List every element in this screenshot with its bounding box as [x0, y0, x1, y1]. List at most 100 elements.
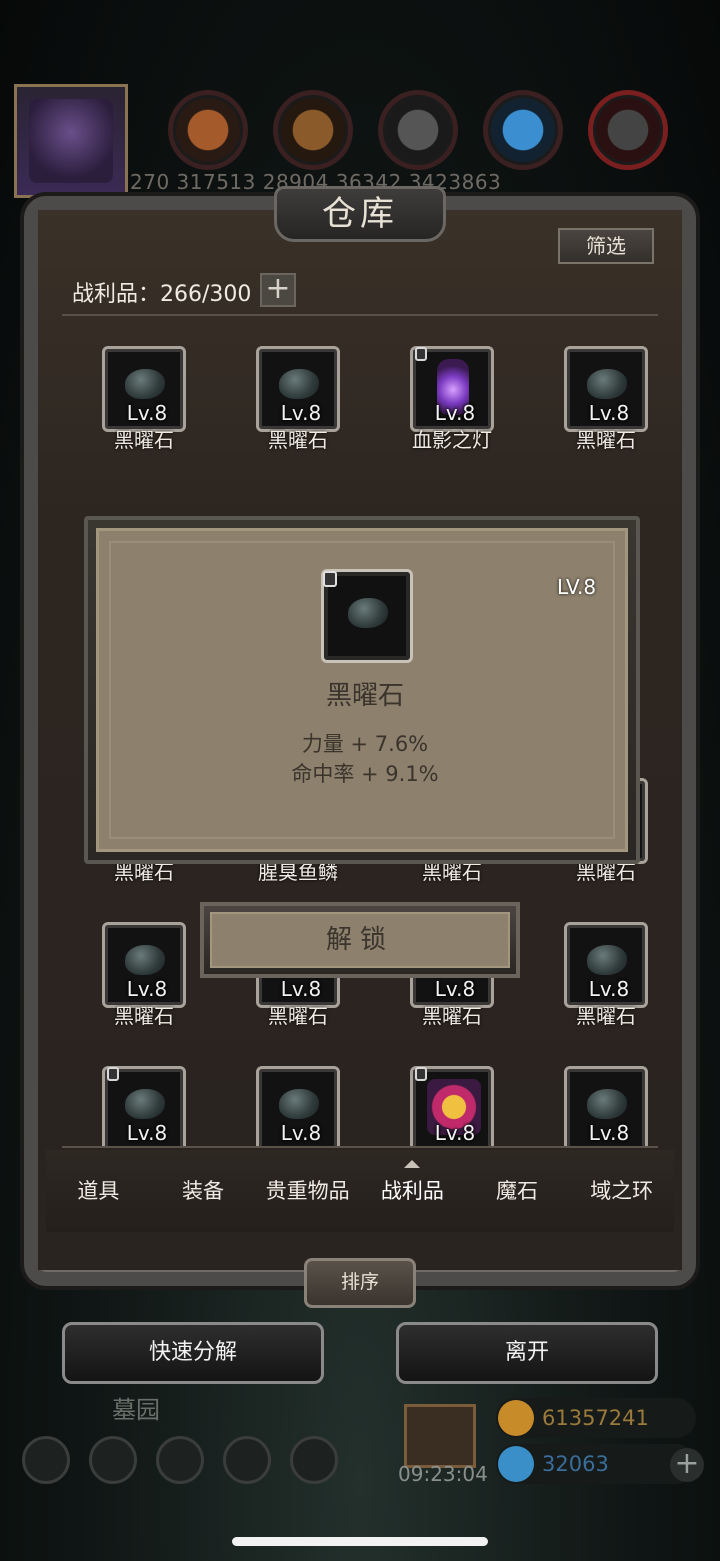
gold-amount: 61357241: [542, 1406, 649, 1430]
item-level: Lv.8: [126, 977, 168, 1001]
handshake-icon[interactable]: [290, 1436, 338, 1484]
stat-strength: 力量 + 7.6%: [301, 732, 429, 756]
tab-4[interactable]: 魔石: [465, 1150, 570, 1232]
item-frame: Lv.8: [410, 1066, 494, 1146]
item-frame: Lv.8: [564, 346, 648, 432]
obsidian-stone-icon: [348, 598, 388, 628]
gift-box-icon[interactable]: [404, 1404, 476, 1468]
expand-capacity-button[interactable]: +: [260, 273, 296, 307]
item-name: 黑曜石: [422, 1004, 482, 1028]
stone-resource-icon[interactable]: [588, 90, 668, 170]
item-slot[interactable]: Lv.8: [236, 1026, 356, 1146]
sort-button[interactable]: 排序: [304, 1258, 416, 1308]
obsidian-stone-icon: [279, 369, 319, 399]
lock-icon: [107, 1067, 119, 1081]
ranking-icon[interactable]: [156, 1436, 204, 1484]
lock-icon: [415, 1067, 427, 1081]
item-name: 黑曜石: [268, 428, 328, 452]
item-frame: Lv.8: [102, 922, 186, 1008]
obsidian-stone-icon: [279, 1089, 319, 1119]
gem-icon: [498, 1446, 534, 1482]
gem-currency[interactable]: 32063: [496, 1444, 696, 1484]
achievement-icon[interactable]: [89, 1436, 137, 1484]
home-indicator[interactable]: [232, 1537, 488, 1546]
location-label: 墓园: [112, 1396, 160, 1424]
item-slot[interactable]: Lv.8: [390, 1026, 510, 1146]
meat-resource-icon[interactable]: [168, 90, 248, 170]
item-level: Lv.8: [434, 401, 476, 425]
hero-face-icon: [29, 99, 113, 183]
item-name: 黑曜石: [576, 428, 636, 452]
lock-icon: [415, 347, 427, 361]
panel-title-text: 仓库: [322, 194, 398, 234]
item-level: Lv.8: [588, 977, 630, 1001]
item-slot[interactable]: Lv.8 黑曜石: [544, 320, 658, 452]
detail-stats: 力量 + 7.6% 命中率 + 9.1%: [99, 729, 631, 789]
item-name: 黑曜石: [268, 1004, 328, 1028]
item-detail-popup: LV.8 黑曜石 力量 + 7.6% 命中率 + 9.1%: [84, 516, 640, 864]
stat-hit-rate: 命中率 + 9.1%: [291, 762, 439, 786]
capacity-text: 战利品：266/300: [72, 282, 252, 307]
item-slot[interactable]: Lv.8 黑曜石: [82, 320, 202, 452]
gift-timer: 09:23:04: [398, 1462, 488, 1486]
tab-1[interactable]: 装备: [151, 1150, 256, 1232]
item-frame: Lv.8: [564, 922, 648, 1008]
item-name: 血影之灯: [412, 428, 492, 452]
item-level: Lv.8: [126, 1121, 168, 1145]
item-frame: Lv.8: [256, 1066, 340, 1146]
mail-icon[interactable]: [223, 1436, 271, 1484]
leave-button[interactable]: 离开: [396, 1322, 658, 1384]
detail-item-icon: [321, 569, 413, 663]
obsidian-stone-icon: [125, 369, 165, 399]
crystal-resource-icon[interactable]: [483, 90, 563, 170]
gold-currency[interactable]: 61357241: [496, 1398, 696, 1438]
item-slot[interactable]: Lv.8 黑曜石: [544, 882, 658, 1028]
wood-resource-icon[interactable]: [273, 90, 353, 170]
unlock-button[interactable]: 解锁: [200, 902, 520, 978]
item-frame: Lv.8: [256, 346, 340, 432]
obsidian-stone-icon: [587, 945, 627, 975]
item-frame: Lv.8: [102, 1066, 186, 1146]
item-level: Lv.8: [280, 401, 322, 425]
top-resource-bar: 270 317513 28904 36342 3423863: [0, 70, 720, 200]
gold-coin-icon: [498, 1400, 534, 1436]
item-level: Lv.8: [434, 1121, 476, 1145]
item-slot[interactable]: Lv.8: [82, 1026, 202, 1146]
item-name: 黑曜石: [576, 1004, 636, 1028]
tab-2[interactable]: 贵重物品: [255, 1150, 360, 1232]
item-frame: Lv.8: [102, 346, 186, 432]
lock-icon: [323, 571, 337, 587]
item-frame: Lv.8: [564, 1066, 648, 1146]
item-level: Lv.8: [588, 1121, 630, 1145]
divider: [62, 1146, 658, 1148]
obsidian-stone-icon: [587, 369, 627, 399]
tab-0[interactable]: 道具: [46, 1150, 151, 1232]
detail-item-name: 黑曜石: [325, 681, 404, 711]
item-level: Lv.8: [280, 1121, 322, 1145]
item-name: 黑曜石: [114, 1004, 174, 1028]
hero-portrait[interactable]: [14, 84, 128, 198]
quick-decompose-button[interactable]: 快速分解: [62, 1322, 324, 1384]
settings-icon[interactable]: [22, 1436, 70, 1484]
item-slot[interactable]: Lv.8 黑曜石: [236, 320, 356, 452]
add-gem-button[interactable]: +: [670, 1448, 704, 1482]
item-level: Lv.8: [126, 401, 168, 425]
item-level: Lv.8: [434, 977, 476, 1001]
filter-button[interactable]: 筛选: [558, 228, 654, 264]
gem-amount: 32063: [542, 1452, 609, 1476]
detail-level: LV.8: [557, 575, 597, 599]
obsidian-stone-icon: [125, 1089, 165, 1119]
iron-resource-icon[interactable]: [378, 90, 458, 170]
bottom-menu-icons: [22, 1436, 338, 1484]
obsidian-stone-icon: [125, 945, 165, 975]
obsidian-stone-icon: [587, 1089, 627, 1119]
item-frame: Lv.8: [410, 346, 494, 432]
unlock-button-label: 解锁: [210, 912, 510, 968]
tab-3[interactable]: 战利品: [360, 1150, 465, 1232]
tab-5[interactable]: 域之环: [569, 1150, 674, 1232]
category-tabs: 道具 装备 贵重物品 战利品 魔石 域之环: [46, 1150, 674, 1232]
item-slot[interactable]: Lv.8 黑曜石: [82, 882, 202, 1028]
detail-card: LV.8 黑曜石 力量 + 7.6% 命中率 + 9.1%: [96, 528, 628, 852]
item-slot[interactable]: Lv.8: [544, 1026, 658, 1146]
item-slot[interactable]: Lv.8 血影之灯: [390, 320, 510, 452]
